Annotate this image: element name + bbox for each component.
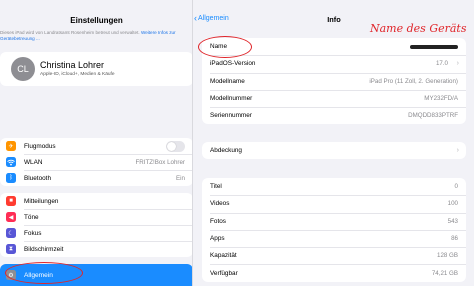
airplane-icon: ✈ [6,141,16,151]
sidebar-item-label: Bluetooth [24,174,52,182]
sidebar-item-toene[interactable]: ◀ Töne [0,209,192,225]
info-row-seriennummer: Seriennummer DMQDD833PTRF [202,107,466,124]
sidebar-item-wlan[interactable]: WLAN FRITZ!Box Lohrer [0,154,192,170]
info-row-titel: Titel 0 [202,178,466,195]
info-label: Apps [210,235,225,243]
info-value: iPad Pro (11 Zoll, 2. Generation) [369,77,458,85]
chevron-left-icon: ‹ [194,13,197,23]
info-row-modellname: Modellname iPad Pro (11 Zoll, 2. Generat… [202,72,466,90]
info-row-verfuegbar: Verfügbar 74,21 GB [202,264,466,281]
sidebar-title: Einstellungen [70,16,123,25]
profile-subtitle: Apple-ID, iCloud+, Medien & Käufe [40,72,115,77]
info-value: 17.0 [435,60,448,68]
handwritten-annotation: Name des Geräts [370,22,467,35]
airplane-mode-toggle[interactable] [166,141,185,152]
sidebar-item-label: WLAN [24,158,43,166]
page-title: Info [327,15,341,24]
info-row-kapazitaet: Kapazität 128 GB [202,247,466,264]
annotation-circle-name [198,36,252,58]
info-label: Abdeckung [210,147,242,155]
info-label: Fotos [210,217,226,225]
hourglass-icon: ⧗ [6,244,16,254]
info-label: Verfügbar [210,269,238,277]
info-label: Modellname [210,77,245,85]
notifications-group: ■ Mitteilungen ◀ Töne ☾ Fokus ⧗ Bildschi… [0,193,192,257]
info-panel: ‹ Allgemein Info Name des Geräts Name iP… [194,0,474,286]
coverage-card: Abdeckung › [202,142,466,160]
chevron-right-icon: › [456,60,459,68]
settings-sidebar: Einstellungen Dieses iPad wird von Landr… [0,0,193,286]
info-label: Seriennummer [210,112,252,120]
notifications-icon: ■ [6,196,16,206]
sidebar-item-fokus[interactable]: ☾ Fokus [0,225,192,241]
annotation-circle-allgemein [5,262,83,284]
sidebar-item-label: Flugmodus [24,142,56,150]
media-stats-card: Titel 0 Videos 100 Fotos 543 Apps 86 Kap… [202,178,466,282]
avatar: CL [11,57,35,81]
sidebar-item-label: Töne [24,213,39,221]
info-row-videos: Videos 100 [202,195,466,212]
sidebar-item-label: Fokus [24,229,42,237]
wlan-network-value: FRITZ!Box Lohrer [135,158,185,166]
bluetooth-status-value: Ein [176,174,185,182]
info-row-apps: Apps 86 [202,229,466,247]
info-value: 128 GB [437,252,458,260]
sidebar-item-label: Bildschirmzeit [24,245,64,253]
back-label: Allgemein [198,15,229,22]
info-row-ipados-version[interactable]: iPadOS-Version 17.0 › [202,55,466,72]
sidebar-item-flugmodus[interactable]: ✈ Flugmodus [0,138,192,154]
sound-icon: ◀ [6,212,16,222]
info-value: 543 [447,217,458,225]
redacted-device-name [410,44,458,49]
info-value: MY232FD/A [424,95,458,103]
profile-name: Christina Lohrer [40,60,105,70]
info-row-abdeckung[interactable]: Abdeckung › [202,142,466,159]
bluetooth-icon: ᛒ [6,173,16,183]
info-value: DMQDD833PTRF [408,112,458,120]
toggle-knob [167,142,176,151]
sidebar-item-bluetooth[interactable]: ᛒ Bluetooth Ein [0,170,192,186]
info-row-modellnummer[interactable]: Modellnummer MY232FD/A [202,89,466,107]
info-value: 74,21 GB [431,269,458,277]
chevron-right-icon: › [456,147,459,155]
management-note-text: Dieses iPad wird von Landratsamt Rosenhe… [0,30,140,35]
info-label: Modellnummer [210,95,253,103]
connectivity-group: ✈ Flugmodus WLAN FRITZ!Box Lohrer ᛒ Blue… [0,138,192,186]
sidebar-item-mitteilungen[interactable]: ■ Mitteilungen [0,193,192,209]
management-note: Dieses iPad wird von Landratsamt Rosenhe… [0,30,190,42]
info-row-fotos: Fotos 543 [202,212,466,230]
info-label: Titel [210,183,222,191]
moon-icon: ☾ [6,228,16,238]
info-value: 86 [451,235,458,243]
info-label: iPadOS-Version [210,60,256,68]
back-button[interactable]: ‹ Allgemein [194,13,229,23]
sidebar-item-bildschirmzeit[interactable]: ⧗ Bildschirmzeit [0,241,192,257]
info-label: Kapazität [210,252,237,260]
sidebar-item-label: Mitteilungen [24,197,59,205]
apple-id-profile[interactable]: CL Christina Lohrer Apple-ID, iCloud+, M… [0,52,192,86]
info-label: Videos [210,200,230,208]
wifi-icon [6,157,16,167]
info-value: 0 [454,183,458,191]
info-value: 100 [447,200,458,208]
